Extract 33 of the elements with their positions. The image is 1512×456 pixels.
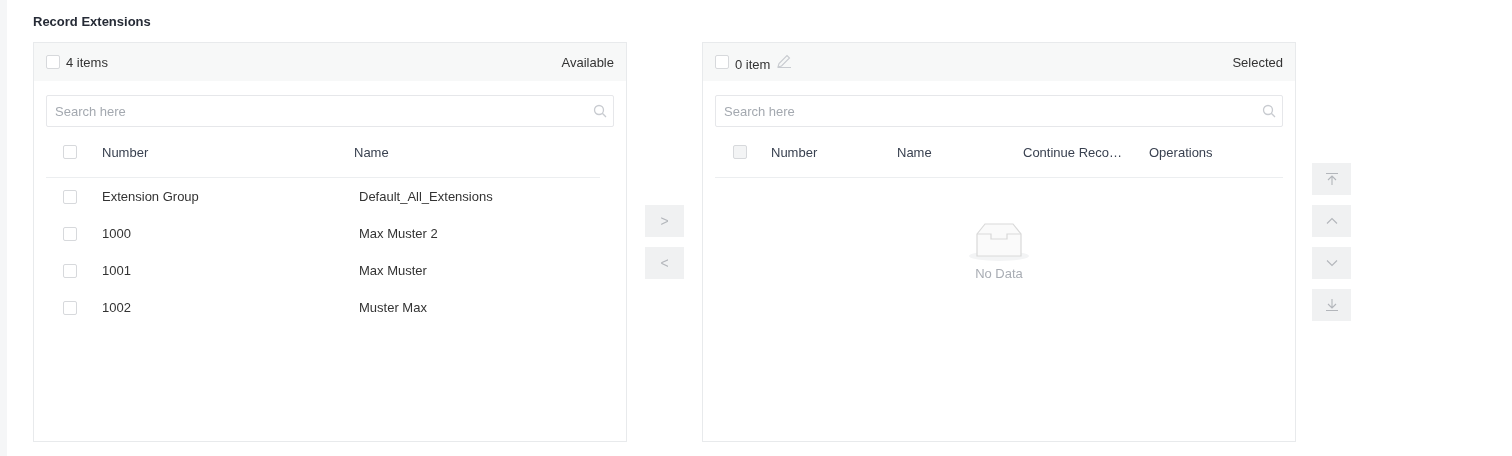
table-cell-text: 1002 [102, 300, 132, 315]
search-icon [593, 104, 607, 118]
table-cell: Max Muster 2 [359, 226, 438, 241]
column-header: Number [102, 144, 150, 160]
column-header: Name [354, 144, 389, 160]
panel-label: Selected [1232, 54, 1283, 70]
search-icon [1262, 104, 1276, 118]
empty-message: No Data [975, 266, 1023, 281]
table-cell-text: 1000 [102, 226, 132, 241]
checkbox[interactable] [63, 189, 77, 204]
checkbox[interactable] [63, 300, 77, 315]
item-count: 0 item [735, 56, 771, 72]
checkbox[interactable] [63, 263, 77, 278]
empty-inbox-icon [967, 220, 1031, 262]
table-cell: Max Muster [359, 263, 427, 278]
column-header: Name [897, 144, 933, 160]
checkbox[interactable] [46, 55, 60, 69]
column-header: Operations [1149, 144, 1214, 160]
table-cell: Muster Max [359, 300, 427, 315]
pencil-icon[interactable] [776, 53, 793, 69]
column-header: Number [771, 144, 819, 160]
column-header: Continue Reco… [1023, 144, 1123, 160]
table-cell-text: 1001 [102, 263, 132, 278]
item-count: 4 items [66, 54, 108, 70]
move-bottom-icon [1324, 298, 1339, 312]
checkbox[interactable] [63, 226, 77, 241]
table-cell-text: Extension Group [102, 189, 200, 204]
move-top-icon [1324, 172, 1339, 186]
search-field[interactable]: Search here [46, 95, 614, 127]
section-title: Record Extensions [33, 14, 152, 31]
panel-label: Available [561, 54, 614, 70]
checkbox[interactable] [63, 145, 77, 159]
table-cell: Default_All_Extensions [359, 189, 493, 204]
